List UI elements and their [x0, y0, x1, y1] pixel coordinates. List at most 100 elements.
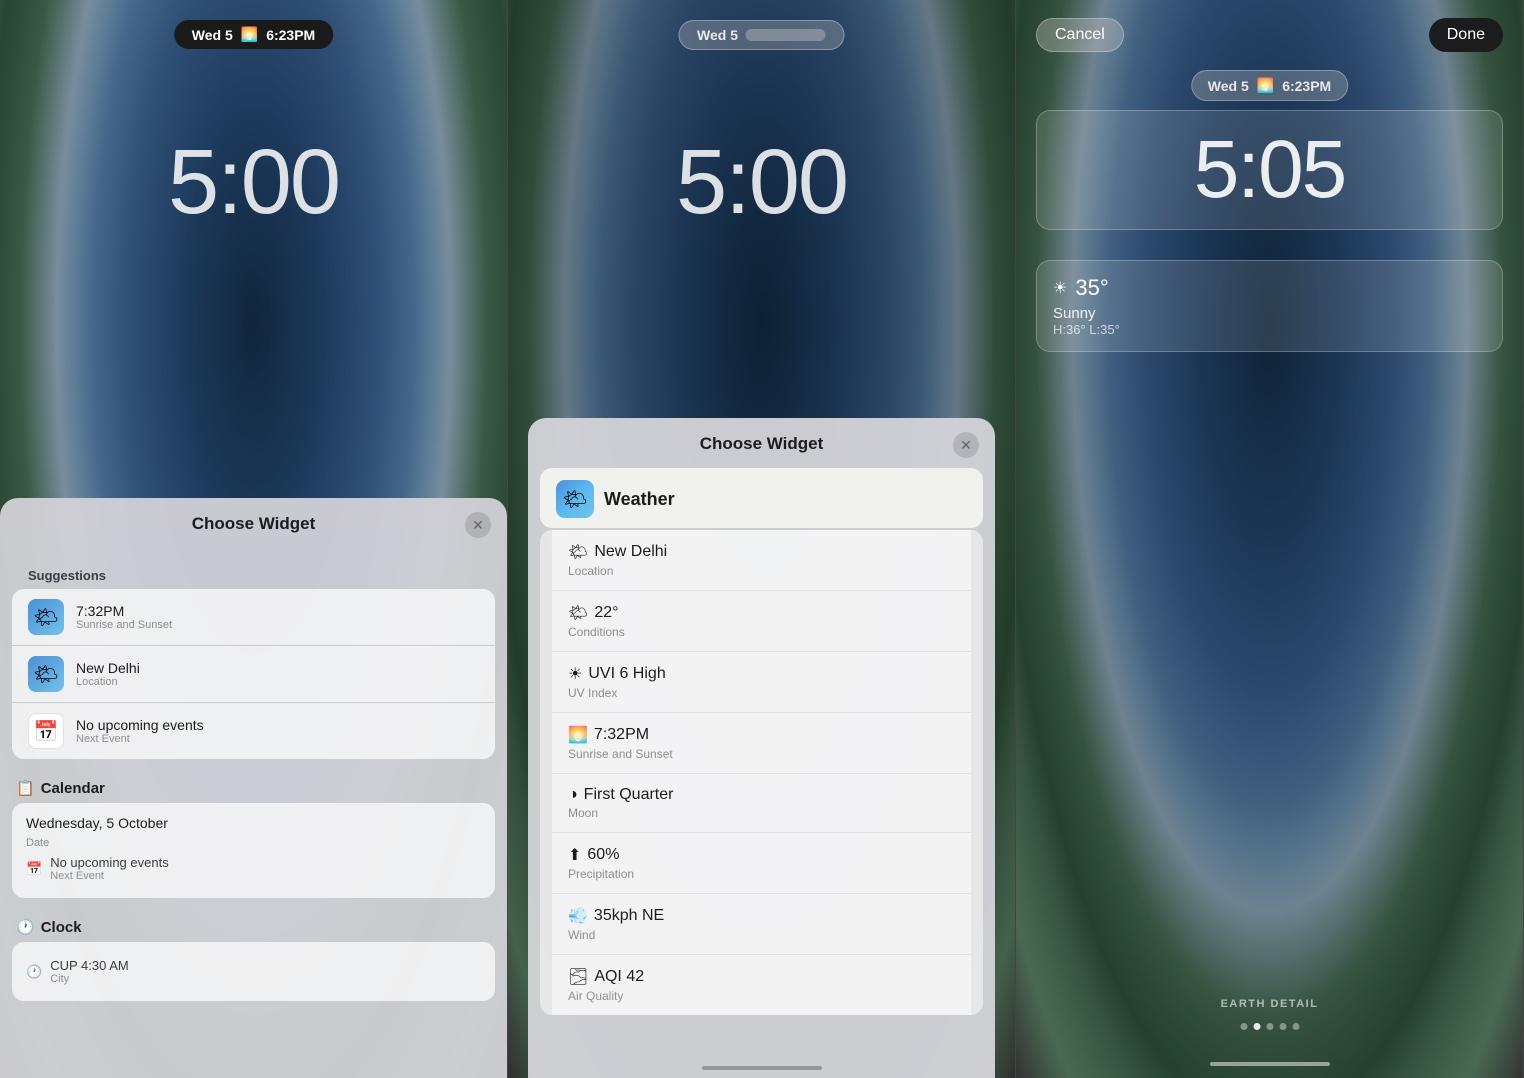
weather-option-0[interactable]: 🌤 New Delhi Location: [552, 530, 971, 591]
calendar-item-0: 📅 No upcoming events Next Event: [26, 851, 481, 886]
weather-opt-title-1: 🌤 22°: [568, 603, 619, 623]
weather-opt-icon-3: 🌅: [568, 725, 588, 745]
weather-option-6[interactable]: 💨 35kph NE Wind: [552, 894, 971, 955]
weather-opt-sub-6: Wind: [568, 928, 595, 942]
weather-opt-sub-2: UV Index: [568, 686, 617, 700]
weather-opt-sub-7: Air Quality: [568, 989, 623, 1003]
calendar-date-sub: Date: [26, 837, 481, 849]
panel-3: Cancel Done Wed 5 🌅 6:23PM 5:05 ☀ 35° Su…: [1016, 0, 1524, 1078]
bottom-bar-3: [1210, 1062, 1330, 1066]
calendar-section: 📋 Calendar Wednesday, 5 October Date 📅 N…: [12, 771, 495, 898]
weather-opt-title-5: ⬆ 60%: [568, 845, 619, 865]
weather-opt-sub-4: Moon: [568, 806, 598, 820]
clock-row-title-0: CUP 4:30 AM: [50, 958, 129, 973]
calendar-date: Wednesday, 5 October: [26, 815, 481, 831]
clock-display-2: 5:00: [676, 130, 847, 235]
status-date-2: Wed 5: [697, 27, 738, 43]
suggestions-list: 🌤 7:32PM Sunrise and Sunset 🌤 New Delhi …: [12, 589, 495, 759]
weather-widget-icon: ☀: [1053, 278, 1067, 298]
status-bar-1: Wed 5 🌅 6:23PM: [174, 20, 333, 49]
status-bar-element: [746, 29, 826, 41]
dot-0: [1240, 1023, 1247, 1030]
weather-app-emoji: 🌤: [562, 487, 587, 512]
widget-sheet-2[interactable]: Choose Widget ✕ 🌤 Weather 🌤 New Delhi Lo…: [528, 418, 995, 1078]
dot-3: [1279, 1023, 1286, 1030]
suggestion-text-1: New Delhi Location: [76, 660, 479, 688]
weather-widget-condition: Sunny: [1053, 305, 1486, 322]
suggestion-title-0: 7:32PM: [76, 603, 479, 619]
edit-clock-time: 5:05: [1057, 123, 1482, 217]
top-actions: Cancel Done: [1016, 18, 1523, 52]
dot-4: [1292, 1023, 1299, 1030]
weather-opt-icon-6: 💨: [568, 906, 588, 926]
panel-2: Wed 5 5:00 Choose Widget ✕ 🌤 Weather 🌤 N…: [508, 0, 1016, 1078]
suggestion-icon-1: 🌤: [28, 656, 64, 692]
clock-section-header: 🕐 Clock: [12, 910, 495, 942]
status-date-1: Wed 5: [192, 27, 233, 43]
weather-widget-temp: 35°: [1075, 275, 1108, 301]
weather-app-name: Weather: [604, 489, 675, 510]
weather-app-header: 🌤 Weather: [540, 468, 983, 528]
clock-item-0: 🕐 CUP 4:30 AM City: [26, 954, 481, 989]
suggestion-sub-1: Location: [76, 676, 479, 688]
panel-1: Wed 5 🌅 6:23PM 5:00 Choose Widget ✕ Sugg…: [0, 0, 508, 1078]
suggestion-text-0: 7:32PM Sunrise and Sunset: [76, 603, 479, 631]
suggestion-item-2[interactable]: 📅 No upcoming events Next Event: [12, 703, 495, 759]
earth-detail-label: EARTH DETAIL: [1221, 998, 1319, 1010]
suggestion-text-2: No upcoming events Next Event: [76, 717, 479, 745]
status-icon-1: 🌅: [241, 26, 258, 43]
suggestion-item-0[interactable]: 🌤 7:32PM Sunrise and Sunset: [12, 589, 495, 645]
weather-widget-box[interactable]: ☀ 35° Sunny H:36° L:35°: [1036, 260, 1503, 352]
weather-option-7[interactable]: 🌫 AQI 42 Air Quality: [552, 955, 971, 1015]
edit-status-date: Wed 5: [1208, 78, 1249, 94]
weather-opt-title-6: 💨 35kph NE: [568, 906, 664, 926]
weather-option-2[interactable]: ☀ UVI 6 High UV Index: [552, 652, 971, 713]
suggestions-label: Suggestions: [12, 560, 495, 589]
weather-opt-icon-5: ⬆: [568, 845, 581, 865]
done-button[interactable]: Done: [1429, 18, 1503, 52]
weather-opt-sub-0: Location: [568, 564, 613, 578]
calendar-row-icon-0: 📅: [26, 861, 42, 877]
weather-opt-icon-0: 🌤: [568, 542, 588, 562]
weather-opt-title-4: ◑ First Quarter: [568, 786, 673, 804]
weather-option-3[interactable]: 🌅 7:32PM Sunrise and Sunset: [552, 713, 971, 774]
weather-opt-sub-1: Conditions: [568, 625, 625, 639]
weather-options-list: 🌤 New Delhi Location 🌤 22° Conditions ☀ …: [540, 530, 983, 1015]
weather-option-5[interactable]: ⬆ 60% Precipitation: [552, 833, 971, 894]
weather-opt-title-2: ☀ UVI 6 High: [568, 664, 666, 684]
weather-option-4[interactable]: ◑ First Quarter Moon: [552, 774, 971, 833]
sheet-title-1: Choose Widget: [0, 514, 507, 548]
clock-block: 🕐 CUP 4:30 AM City: [12, 942, 495, 1001]
bottom-bar-2: [702, 1066, 822, 1070]
edit-status-time: 6:23PM: [1282, 78, 1331, 94]
suggestion-item-1[interactable]: 🌤 New Delhi Location: [12, 646, 495, 702]
weather-widget-hl: H:36° L:35°: [1053, 322, 1486, 337]
dot-1: [1253, 1023, 1260, 1030]
weather-opt-title-7: 🌫 AQI 42: [568, 967, 644, 987]
suggestion-sub-0: Sunrise and Sunset: [76, 619, 479, 631]
sheet-close-button-2[interactable]: ✕: [953, 432, 979, 458]
edit-clock-box[interactable]: 5:05: [1036, 110, 1503, 230]
clock-row-icon-0: 🕐: [26, 964, 42, 980]
sheet-close-button-1[interactable]: ✕: [465, 512, 491, 538]
dot-2: [1266, 1023, 1273, 1030]
cancel-button[interactable]: Cancel: [1036, 18, 1124, 52]
clock-display-1: 5:00: [168, 130, 339, 235]
suggestion-icon-2: 📅: [28, 713, 64, 749]
weather-opt-icon-4: ◑: [568, 786, 578, 804]
sheet-title-2: Choose Widget: [528, 434, 995, 468]
suggestion-title-2: No upcoming events: [76, 717, 479, 733]
calendar-block: Wednesday, 5 October Date 📅 No upcoming …: [12, 803, 495, 898]
page-dots: [1240, 1023, 1299, 1030]
weather-opt-title-0: 🌤 New Delhi: [568, 542, 667, 562]
edit-status-bar: Wed 5 🌅 6:23PM: [1191, 70, 1348, 101]
weather-option-1[interactable]: 🌤 22° Conditions: [552, 591, 971, 652]
suggestions-section: Suggestions 🌤 7:32PM Sunrise and Sunset …: [12, 560, 495, 759]
widget-sheet-1[interactable]: Choose Widget ✕ Suggestions 🌤 7:32PM Sun…: [0, 498, 507, 1078]
weather-opt-icon-2: ☀: [568, 664, 582, 684]
weather-opt-icon-7: 🌫: [568, 967, 588, 987]
suggestion-icon-0: 🌤: [28, 599, 64, 635]
clock-section: 🕐 Clock 🕐 CUP 4:30 AM City: [12, 910, 495, 1001]
calendar-row-title-0: No upcoming events: [50, 855, 169, 870]
calendar-row-sub-0: Next Event: [50, 870, 169, 882]
